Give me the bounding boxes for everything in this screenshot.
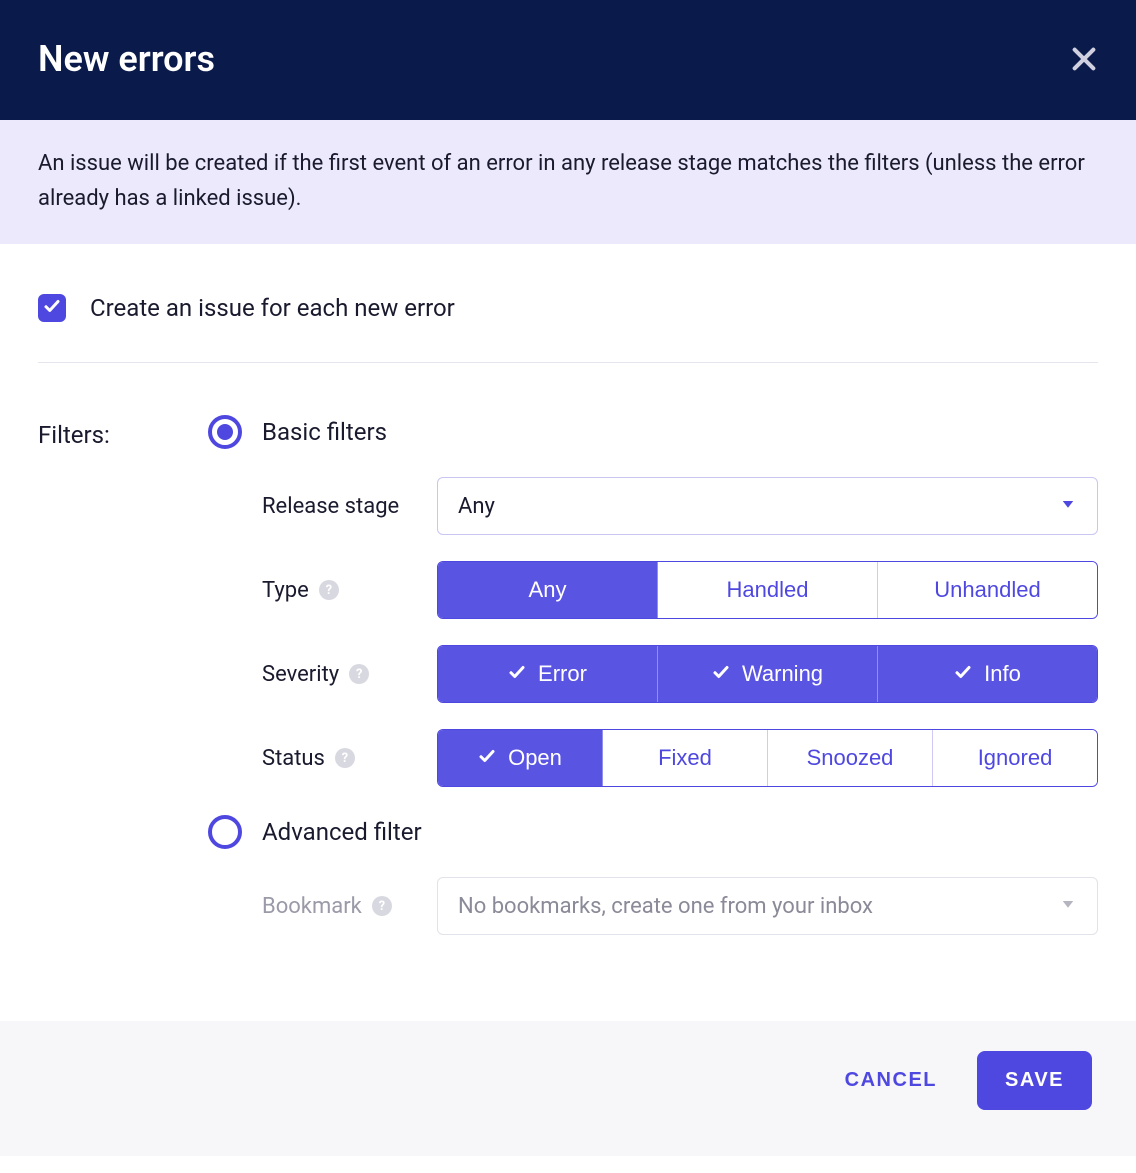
status-row: Status ? Open Fixed: [262, 729, 1098, 787]
severity-option-error[interactable]: Error: [438, 646, 658, 702]
modal-header: New errors: [0, 0, 1136, 120]
basic-filters-fields: Release stage Any Type ?: [208, 477, 1098, 787]
severity-row: Severity ? Error Warning: [262, 645, 1098, 703]
status-option-label: Open: [508, 745, 562, 771]
modal-footer: CANCEL SAVE: [0, 1021, 1136, 1156]
modal-body: Create an issue for each new error Filte…: [0, 244, 1136, 1021]
check-icon: [478, 745, 496, 771]
status-option-label: Fixed: [658, 745, 712, 771]
info-banner-text: An issue will be created if the first ev…: [38, 151, 1085, 211]
basic-filters-label: Basic filters: [262, 418, 387, 446]
caret-down-icon: [1059, 494, 1077, 519]
type-row: Type ? Any Handled Unhandled: [262, 561, 1098, 619]
severity-option-label: Error: [538, 661, 587, 687]
release-stage-label: Release stage: [262, 494, 437, 519]
help-icon[interactable]: ?: [335, 748, 355, 768]
severity-option-label: Info: [984, 661, 1021, 687]
status-segmented: Open Fixed Snoozed Ignored: [437, 729, 1098, 787]
type-option-handled[interactable]: Handled: [658, 562, 878, 618]
filters-body: Basic filters Release stage Any: [208, 415, 1098, 961]
status-option-label: Snoozed: [807, 745, 894, 771]
bookmark-placeholder: No bookmarks, create one from your inbox: [458, 894, 873, 919]
status-option-open[interactable]: Open: [438, 730, 603, 786]
advanced-filter-fields: Bookmark ? No bookmarks, create one from…: [208, 877, 1098, 935]
release-stage-value: Any: [458, 494, 495, 519]
filters-title: Filters:: [38, 415, 118, 449]
type-label: Type ?: [262, 578, 437, 603]
release-stage-select[interactable]: Any: [437, 477, 1098, 535]
advanced-filter-label: Advanced filter: [262, 818, 422, 846]
help-icon[interactable]: ?: [372, 896, 392, 916]
advanced-filter-radio-row: Advanced filter: [208, 815, 1098, 849]
severity-option-label: Warning: [742, 661, 823, 687]
status-option-fixed[interactable]: Fixed: [603, 730, 768, 786]
basic-filters-radio[interactable]: [208, 415, 242, 449]
save-button[interactable]: SAVE: [977, 1051, 1092, 1110]
advanced-filter-section: Advanced filter Bookmark ? No bookmarks,…: [208, 815, 1098, 935]
create-issue-toggle-row: Create an issue for each new error: [38, 294, 1098, 363]
close-button[interactable]: [1070, 45, 1098, 73]
severity-label: Severity ?: [262, 662, 437, 687]
help-icon[interactable]: ?: [319, 580, 339, 600]
severity-segmented: Error Warning Info: [437, 645, 1098, 703]
bookmark-select[interactable]: No bookmarks, create one from your inbox: [437, 877, 1098, 935]
check-icon: [954, 661, 972, 687]
advanced-filter-radio[interactable]: [208, 815, 242, 849]
status-option-ignored[interactable]: Ignored: [933, 730, 1097, 786]
bookmark-row: Bookmark ? No bookmarks, create one from…: [262, 877, 1098, 935]
type-option-unhandled[interactable]: Unhandled: [878, 562, 1097, 618]
filters-section: Filters: Basic filters Release stage Any: [38, 415, 1098, 961]
severity-option-warning[interactable]: Warning: [658, 646, 878, 702]
severity-option-info[interactable]: Info: [878, 646, 1097, 702]
basic-filters-radio-row: Basic filters: [208, 415, 1098, 449]
type-option-any[interactable]: Any: [438, 562, 658, 618]
type-option-label: Unhandled: [934, 577, 1040, 603]
release-stage-row: Release stage Any: [262, 477, 1098, 535]
bookmark-label-text: Bookmark: [262, 894, 362, 919]
modal-title: New errors: [38, 38, 215, 80]
create-issue-checkbox[interactable]: [38, 294, 66, 322]
status-label-text: Status: [262, 746, 325, 771]
severity-label-text: Severity: [262, 662, 339, 687]
type-label-text: Type: [262, 578, 309, 603]
status-label: Status ?: [262, 746, 437, 771]
type-option-label: Any: [529, 577, 567, 603]
type-option-label: Handled: [727, 577, 809, 603]
bookmark-label: Bookmark ?: [262, 894, 437, 919]
create-issue-label: Create an issue for each new error: [90, 294, 455, 322]
info-banner: An issue will be created if the first ev…: [0, 120, 1136, 244]
status-option-snoozed[interactable]: Snoozed: [768, 730, 933, 786]
check-icon: [508, 661, 526, 687]
check-icon: [43, 297, 61, 319]
help-icon[interactable]: ?: [349, 664, 369, 684]
status-option-label: Ignored: [978, 745, 1053, 771]
type-segmented: Any Handled Unhandled: [437, 561, 1098, 619]
new-errors-modal: New errors An issue will be created if t…: [0, 0, 1136, 1156]
check-icon: [712, 661, 730, 687]
cancel-button[interactable]: CANCEL: [835, 1055, 947, 1106]
radio-dot-icon: [217, 424, 233, 440]
caret-down-icon: [1059, 894, 1077, 919]
